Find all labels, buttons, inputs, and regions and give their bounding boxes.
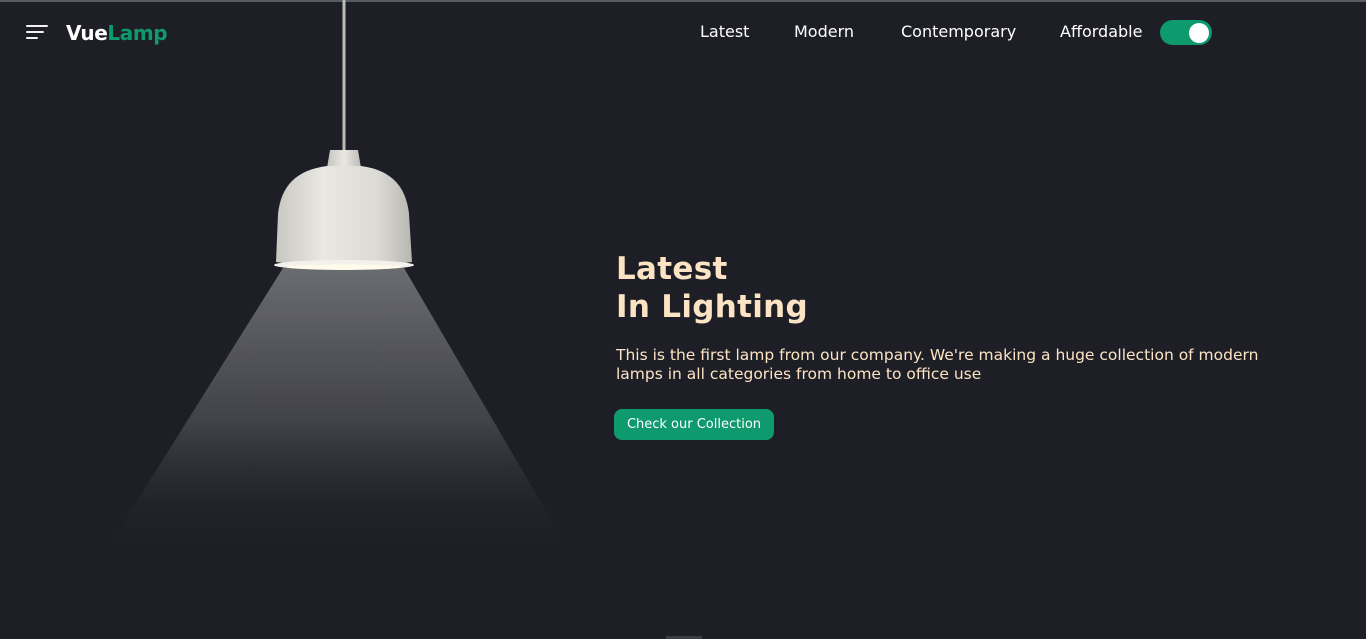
nav-latest[interactable]: Latest xyxy=(700,22,749,42)
lamp-cord xyxy=(342,0,346,150)
hero-title-line1: Latest xyxy=(616,251,728,287)
toggle-knob xyxy=(1189,22,1209,43)
nav-contemporary[interactable]: Contemporary xyxy=(901,22,1016,42)
pendant-lamp-illustration xyxy=(105,0,570,552)
check-collection-button[interactable]: Check our Collection xyxy=(614,409,774,440)
nav-affordable[interactable]: Affordable xyxy=(1060,22,1142,42)
theme-toggle-switch[interactable] xyxy=(1160,20,1212,45)
nav-modern[interactable]: Modern xyxy=(794,22,854,42)
lamp-shade xyxy=(276,166,412,267)
lamp-bulb-glow xyxy=(286,264,402,270)
hero-title-line2: In Lighting xyxy=(616,289,809,325)
lamp-cap xyxy=(327,150,361,168)
light-beam xyxy=(105,268,570,552)
hero-description: This is the first lamp from our company.… xyxy=(616,346,1259,383)
hero-title: Latest In Lighting xyxy=(616,250,808,326)
